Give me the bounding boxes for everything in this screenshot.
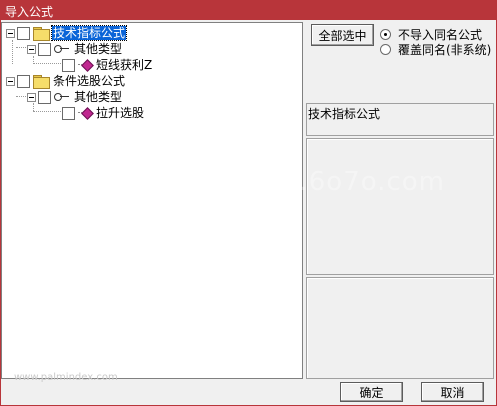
tree-connector — [33, 111, 61, 112]
category-display: 技术指标公式 — [306, 103, 494, 136]
tree-checkbox[interactable] — [17, 74, 30, 88]
tree-checkbox[interactable] — [17, 26, 30, 40]
collapse-toggle-icon[interactable] — [6, 28, 15, 38]
radio-label: 不导入同名公式 — [398, 27, 483, 42]
tree-node-other-type[interactable]: 其他类型 — [27, 41, 123, 57]
key-icon — [54, 92, 70, 102]
tree-checkbox[interactable] — [38, 90, 51, 104]
tree-node-label: 其他类型 — [74, 42, 123, 56]
tree-connector — [16, 96, 26, 97]
collapse-toggle-icon[interactable] — [6, 76, 15, 86]
category-label: 技术指标公式 — [308, 107, 381, 121]
description-panel — [306, 138, 494, 275]
tree-node-label: 拉升选股 — [96, 106, 145, 120]
tree-node-label: 其他类型 — [74, 90, 123, 104]
detail-panel — [306, 277, 494, 379]
formula-tree[interactable]: 技术指标公式 其他类型 短线获利Z 条件选股公式 其他类型 拉升选股 — [1, 22, 303, 379]
cancel-button[interactable]: 取消 — [421, 382, 484, 402]
title-bar: 导入公式 — [0, 0, 497, 20]
tree-checkbox[interactable] — [62, 58, 75, 72]
tree-checkbox[interactable] — [62, 106, 75, 120]
select-all-button[interactable]: 全部选中 — [311, 24, 374, 46]
ok-button[interactable]: 确定 — [340, 382, 403, 402]
tree-node-technical[interactable]: 技术指标公式 — [6, 25, 128, 41]
watermark: u.6o7o.com — [282, 167, 445, 197]
tree-node-formula[interactable]: 拉升选股 — [62, 105, 145, 121]
tree-node-formula[interactable]: 短线获利Z — [62, 57, 153, 73]
radio-label: 覆盖同名(非系统) — [398, 42, 492, 57]
window-title: 导入公式 — [5, 5, 54, 19]
tree-node-stock-selection[interactable]: 条件选股公式 — [6, 73, 126, 89]
radio-overwrite[interactable]: 覆盖同名(非系统) — [380, 42, 492, 57]
tree-connector — [16, 47, 26, 48]
tree-node-label: 技术指标公式 — [50, 25, 128, 41]
collapse-toggle-icon[interactable] — [27, 92, 36, 102]
tree-connector — [33, 63, 61, 64]
watermark: www.palmindex.com — [14, 372, 118, 383]
radio-button-icon[interactable] — [380, 44, 391, 55]
formula-icon — [78, 59, 92, 71]
radio-no-import[interactable]: 不导入同名公式 — [380, 27, 483, 42]
radio-button-icon[interactable] — [380, 29, 391, 40]
folder-icon — [33, 75, 50, 89]
tree-connector — [12, 40, 13, 64]
key-icon — [54, 44, 70, 54]
tree-node-label: 条件选股公式 — [53, 74, 126, 88]
formula-icon — [78, 107, 92, 119]
tree-node-other-type[interactable]: 其他类型 — [27, 89, 123, 105]
folder-icon — [33, 27, 50, 41]
collapse-toggle-icon[interactable] — [27, 44, 36, 54]
tree-node-label: 短线获利Z — [96, 58, 153, 72]
tree-checkbox[interactable] — [38, 42, 51, 56]
